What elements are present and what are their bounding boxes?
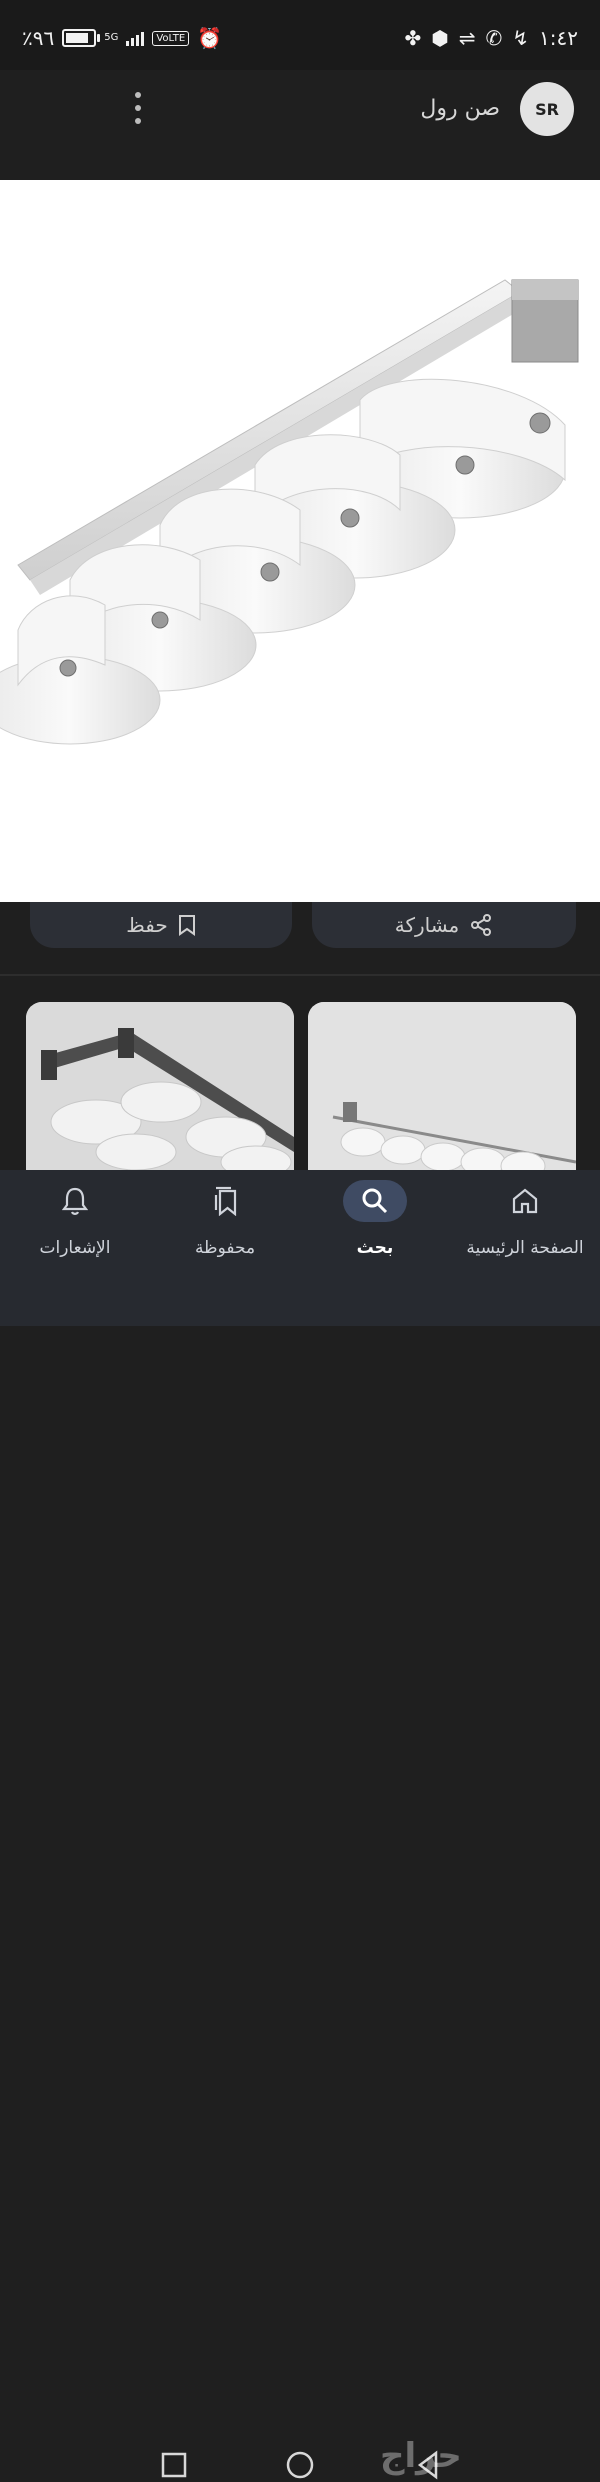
share-icon <box>471 914 492 936</box>
network-type: 5G <box>104 32 119 43</box>
more-vert-icon[interactable] <box>132 92 144 124</box>
bell-icon <box>43 1180 107 1222</box>
alarm-icon: ⏰ <box>197 26 223 50</box>
related-image-left[interactable] <box>26 1002 294 1172</box>
home-system-icon[interactable] <box>283 2448 317 2482</box>
home-icon <box>493 1180 557 1222</box>
search-icon <box>343 1180 407 1222</box>
collections-icon <box>193 1180 257 1222</box>
curtain-rail-image <box>0 279 579 745</box>
site-name[interactable]: صن رول <box>420 96 500 121</box>
save-button[interactable]: حفظ <box>30 902 292 948</box>
nav-search[interactable]: بحث <box>300 1180 450 1258</box>
main-image[interactable] <box>0 180 600 902</box>
whatsapp-icon: ✆ <box>485 26 503 50</box>
rail-thumbnail <box>26 1002 294 1172</box>
save-label: حفظ <box>126 913 168 937</box>
related-image-right[interactable] <box>308 1002 576 1172</box>
nav-notifications[interactable]: الإشعارات <box>0 1180 150 1258</box>
nav-home[interactable]: الصفحة الرئيسية <box>450 1180 600 1258</box>
status-bar: ٪٩٦ 5G VoLTE ⏰ ✤ ⬢ ⇌ ✆ ↯ ١:٤٢ <box>0 0 600 70</box>
volte-badge: VoLTE <box>152 30 190 46</box>
share-label: مشاركة <box>394 913 460 937</box>
status-left: ٪٩٦ 5G VoLTE ⏰ <box>22 26 222 50</box>
site-logo[interactable]: SR <box>520 82 574 136</box>
nav-label: بحث <box>356 1238 394 1258</box>
nav-label: الصفحة الرئيسية <box>466 1238 584 1258</box>
battery-icon <box>62 29 101 47</box>
clock-time: ١:٤٢ <box>539 26 578 50</box>
nav-label: محفوظة <box>194 1238 256 1258</box>
share-button[interactable]: مشاركة <box>312 902 576 948</box>
fan-icon: ✤ <box>404 26 422 50</box>
bottom-nav: الإشعارات محفوظة بحث الصفحة الرئيسية حرا… <box>0 1170 600 2480</box>
nav-label: الإشعارات <box>39 1238 111 1258</box>
actions-bar: حفظ مشاركة <box>0 902 600 974</box>
recents-icon[interactable] <box>157 2448 191 2482</box>
status-right: ✤ ⬢ ⇌ ✆ ↯ ١:٤٢ <box>405 26 579 50</box>
app-icon: ⬢ <box>431 26 449 50</box>
notification-icon: ⇌ <box>458 26 476 50</box>
nav-saved[interactable]: محفوظة <box>150 1180 300 1258</box>
divider <box>0 974 600 976</box>
rail-thumbnail <box>308 1002 576 1172</box>
app-bar: صن رول SR <box>0 70 600 180</box>
signal-icon <box>126 30 145 46</box>
missed-call-icon: ↯ <box>512 26 530 50</box>
bookmark-icon <box>178 915 195 936</box>
watermark-logo: حراج <box>380 2436 462 2476</box>
battery-percent: ٪٩٦ <box>22 26 55 50</box>
